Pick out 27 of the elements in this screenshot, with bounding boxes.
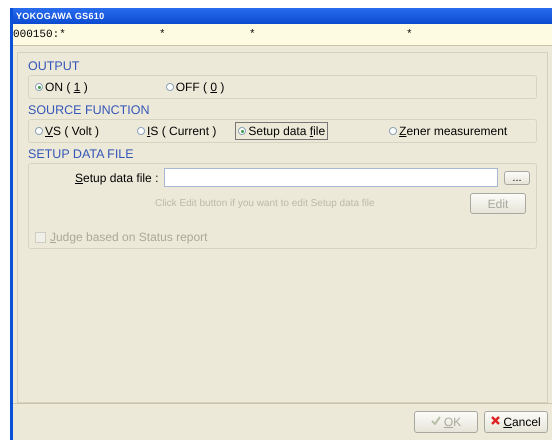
group-title: OUTPUT [28, 59, 80, 73]
group-title: SETUP DATA FILE [28, 147, 135, 161]
radio-option[interactable]: Setup data file [236, 123, 328, 139]
cancel-button[interactable]: Cancel [484, 410, 548, 432]
status-text: 000150:* [13, 28, 67, 40]
field-label: Setup data file : [75, 170, 158, 184]
cross-icon [491, 416, 500, 428]
radio-option[interactable]: Zener measurement [387, 123, 510, 139]
radio-button[interactable] [166, 83, 174, 91]
status-text: * [249, 28, 257, 40]
group-title: SOURCE FUNCTION [28, 103, 151, 117]
radio-button[interactable] [238, 127, 246, 135]
checkbox-label: Judge based on Status report [50, 230, 208, 244]
radio-button[interactable] [35, 127, 43, 135]
browse-button[interactable]: ... [504, 170, 530, 184]
radio-button[interactable] [35, 83, 43, 91]
window-title: YOKOGAWA GS610 [16, 11, 104, 21]
status-text: * [406, 28, 414, 40]
radio-option[interactable]: ON ( 1 ) [33, 79, 90, 95]
status-text: * [159, 28, 167, 40]
radio-button[interactable] [389, 127, 398, 135]
check-icon [430, 416, 441, 428]
radio-option[interactable]: OFF ( 0 ) [164, 79, 226, 95]
input-field[interactable] [164, 168, 498, 187]
radio-option[interactable]: VS ( Volt ) [33, 123, 102, 139]
radio-button[interactable] [137, 127, 146, 135]
radio-option[interactable]: IS ( Current ) [135, 123, 218, 139]
